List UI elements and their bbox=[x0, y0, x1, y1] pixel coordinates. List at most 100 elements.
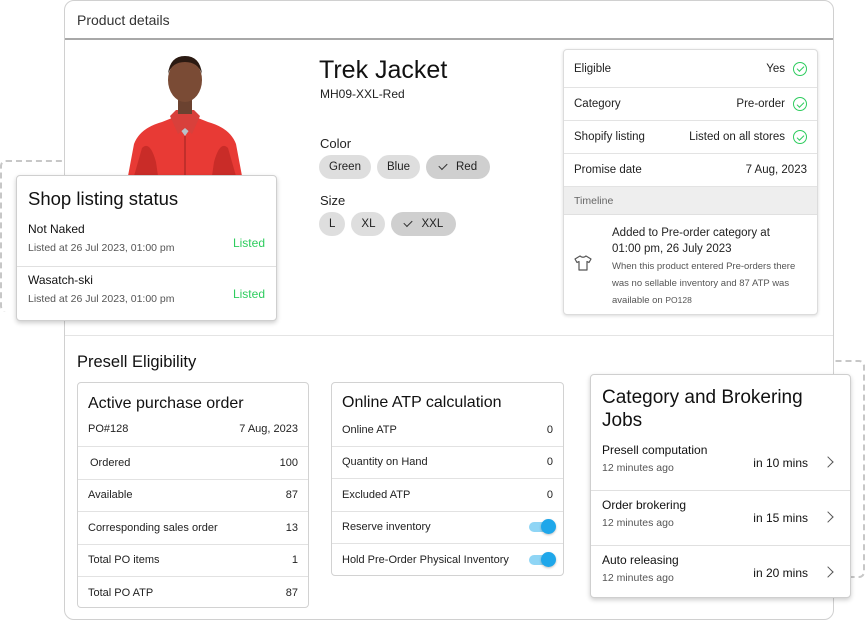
row-value: 0 bbox=[546, 456, 553, 469]
row-label: Excluded ATP bbox=[342, 488, 411, 501]
color-options: Green Blue Red bbox=[319, 155, 491, 179]
section-divider bbox=[65, 335, 833, 336]
row-value: 100 bbox=[279, 456, 298, 469]
reserve-inventory-toggle[interactable] bbox=[529, 519, 556, 535]
category-brokering-jobs-card: Category and Brokering Jobs Presell comp… bbox=[590, 374, 851, 598]
eligibility-row-promise-date: Promise date 7 Aug, 2023 bbox=[564, 154, 817, 187]
shop-listed-at: Listed at 26 Jul 2023, 01:00 pm bbox=[28, 293, 175, 305]
color-chip-green[interactable]: Green bbox=[319, 155, 371, 179]
po-row-sales-order: Corresponding sales order 13 bbox=[78, 512, 308, 545]
row-value: Pre-order bbox=[736, 98, 785, 110]
color-label: Color bbox=[320, 136, 352, 151]
row-label: Eligible bbox=[574, 62, 612, 75]
row-value: 87 bbox=[285, 587, 298, 600]
check-icon bbox=[403, 217, 414, 228]
product-title: Trek Jacket bbox=[319, 56, 448, 84]
active-purchase-order-card: Active purchase order PO#128 7 Aug, 2023… bbox=[77, 382, 309, 608]
po-date: 7 Aug, 2023 bbox=[239, 423, 298, 435]
timeline-title: Added to Pre-order category at 01:00 pm,… bbox=[612, 227, 770, 255]
card-title: Active purchase order bbox=[88, 395, 244, 412]
row-value: Listed on all stores bbox=[689, 131, 785, 143]
row-label: Hold Pre-Order Physical Inventory bbox=[342, 554, 509, 567]
po-number: PO#128 bbox=[88, 423, 129, 435]
size-label: Size bbox=[320, 193, 346, 208]
po-row-total-items: Total PO items 1 bbox=[78, 545, 308, 577]
eligibility-row-shopify: Shopify listing Listed on all stores bbox=[564, 121, 817, 154]
status-badge: Listed bbox=[232, 287, 265, 301]
timeline-po-reference: PO128 bbox=[665, 295, 692, 305]
color-chip-red[interactable]: Red bbox=[426, 155, 491, 179]
status-badge: Listed bbox=[232, 236, 265, 250]
product-sku: MH09-XXL-Red bbox=[320, 87, 405, 101]
chip-label: Red bbox=[456, 161, 478, 173]
shop-row-not-naked[interactable]: Not Naked Listed at 26 Jul 2023, 01:00 p… bbox=[17, 216, 276, 267]
timeline-header: Timeline bbox=[564, 187, 817, 215]
po-row-total-atp: Total PO ATP 87 bbox=[78, 577, 308, 610]
check-circle-icon bbox=[793, 61, 807, 76]
row-value: 7 Aug, 2023 bbox=[745, 164, 807, 176]
row-label: Shopify listing bbox=[574, 131, 645, 143]
row-label: Promise date bbox=[574, 164, 642, 176]
timeline-description-text: When this product entered Pre-orders the… bbox=[612, 261, 796, 306]
po-header-row: PO#128 7 Aug, 2023 bbox=[78, 423, 308, 447]
timeline-entry: Added to Pre-order category at 01:00 pm,… bbox=[564, 215, 817, 310]
po-row-available: Available 87 bbox=[78, 480, 308, 512]
eligibility-card: Eligible Yes Category Pre-order Shopify … bbox=[563, 49, 818, 315]
row-value: 1 bbox=[291, 554, 298, 567]
color-chip-blue[interactable]: Blue bbox=[376, 155, 420, 179]
row-label: Available bbox=[88, 489, 133, 502]
row-value: Yes bbox=[766, 62, 785, 75]
card-title: Online ATP calculation bbox=[342, 394, 502, 411]
row-value: 0 bbox=[546, 488, 553, 501]
shop-name: Not Naked bbox=[28, 222, 85, 236]
timeline-description: When this product entered Pre-orders the… bbox=[612, 259, 797, 310]
size-options: L XL XXL bbox=[319, 212, 457, 236]
chip-label: XL bbox=[361, 218, 376, 230]
check-circle-icon bbox=[793, 130, 807, 144]
job-row-auto-releasing[interactable]: Auto releasing 12 minutes ago in 20 mins bbox=[591, 546, 850, 601]
row-label: Total PO items bbox=[88, 554, 160, 567]
card-title: Category and Brokering Jobs bbox=[602, 387, 803, 431]
chip-label: Green bbox=[329, 161, 361, 173]
eligibility-row-eligible: Eligible Yes bbox=[564, 50, 817, 88]
chip-label: L bbox=[329, 218, 336, 230]
row-label: Total PO ATP bbox=[88, 587, 154, 600]
card-title: Shop listing status bbox=[28, 188, 179, 209]
job-name: Order brokering bbox=[602, 498, 687, 512]
tshirt-icon bbox=[574, 255, 592, 271]
row-value: 0 bbox=[546, 423, 553, 436]
atp-row-on-hand: Quantity on Hand 0 bbox=[332, 447, 563, 479]
row-value: 13 bbox=[285, 521, 298, 534]
product-photo bbox=[120, 52, 250, 176]
job-next-run: in 10 mins bbox=[753, 456, 808, 470]
row-label: Corresponding sales order bbox=[88, 521, 218, 534]
size-chip-l[interactable]: L bbox=[319, 212, 346, 236]
atp-row-excluded: Excluded ATP 0 bbox=[332, 479, 563, 512]
job-row-order-brokering[interactable]: Order brokering 12 minutes ago in 15 min… bbox=[591, 491, 850, 546]
po-row-ordered: Ordered 100 bbox=[78, 447, 308, 480]
panel-title: Product details bbox=[65, 1, 833, 40]
shop-row-wasatch-ski[interactable]: Wasatch-ski Listed at 26 Jul 2023, 01:00… bbox=[17, 267, 276, 319]
eligibility-row-category: Category Pre-order bbox=[564, 88, 817, 121]
check-icon bbox=[438, 160, 448, 171]
presell-section-title: Presell Eligibility bbox=[77, 353, 197, 371]
chip-label: Blue bbox=[386, 161, 410, 173]
row-label: Online ATP bbox=[342, 423, 397, 436]
size-chip-xxl[interactable]: XXL bbox=[391, 212, 457, 236]
atp-row-hold-preorder: Hold Pre-Order Physical Inventory bbox=[332, 544, 563, 577]
job-row-presell-computation[interactable]: Presell computation 12 minutes ago in 10… bbox=[591, 436, 850, 491]
hold-preorder-inventory-toggle[interactable] bbox=[529, 552, 556, 568]
row-label: Reserve inventory bbox=[342, 521, 431, 534]
job-name: Auto releasing bbox=[602, 553, 679, 567]
row-value: 87 bbox=[285, 489, 298, 502]
job-next-run: in 20 mins bbox=[753, 566, 808, 580]
shop-listing-status-card: Shop listing status Not Naked Listed at … bbox=[16, 175, 277, 321]
atp-row-online: Online ATP 0 bbox=[332, 414, 563, 447]
shop-listed-at: Listed at 26 Jul 2023, 01:00 pm bbox=[28, 242, 175, 254]
online-atp-card: Online ATP calculation Online ATP 0 Quant… bbox=[331, 382, 564, 576]
check-circle-icon bbox=[793, 97, 807, 111]
row-label: Quantity on Hand bbox=[342, 456, 428, 469]
chip-label: XXL bbox=[421, 218, 444, 230]
size-chip-xl[interactable]: XL bbox=[351, 212, 386, 236]
shop-name: Wasatch-ski bbox=[28, 273, 93, 287]
